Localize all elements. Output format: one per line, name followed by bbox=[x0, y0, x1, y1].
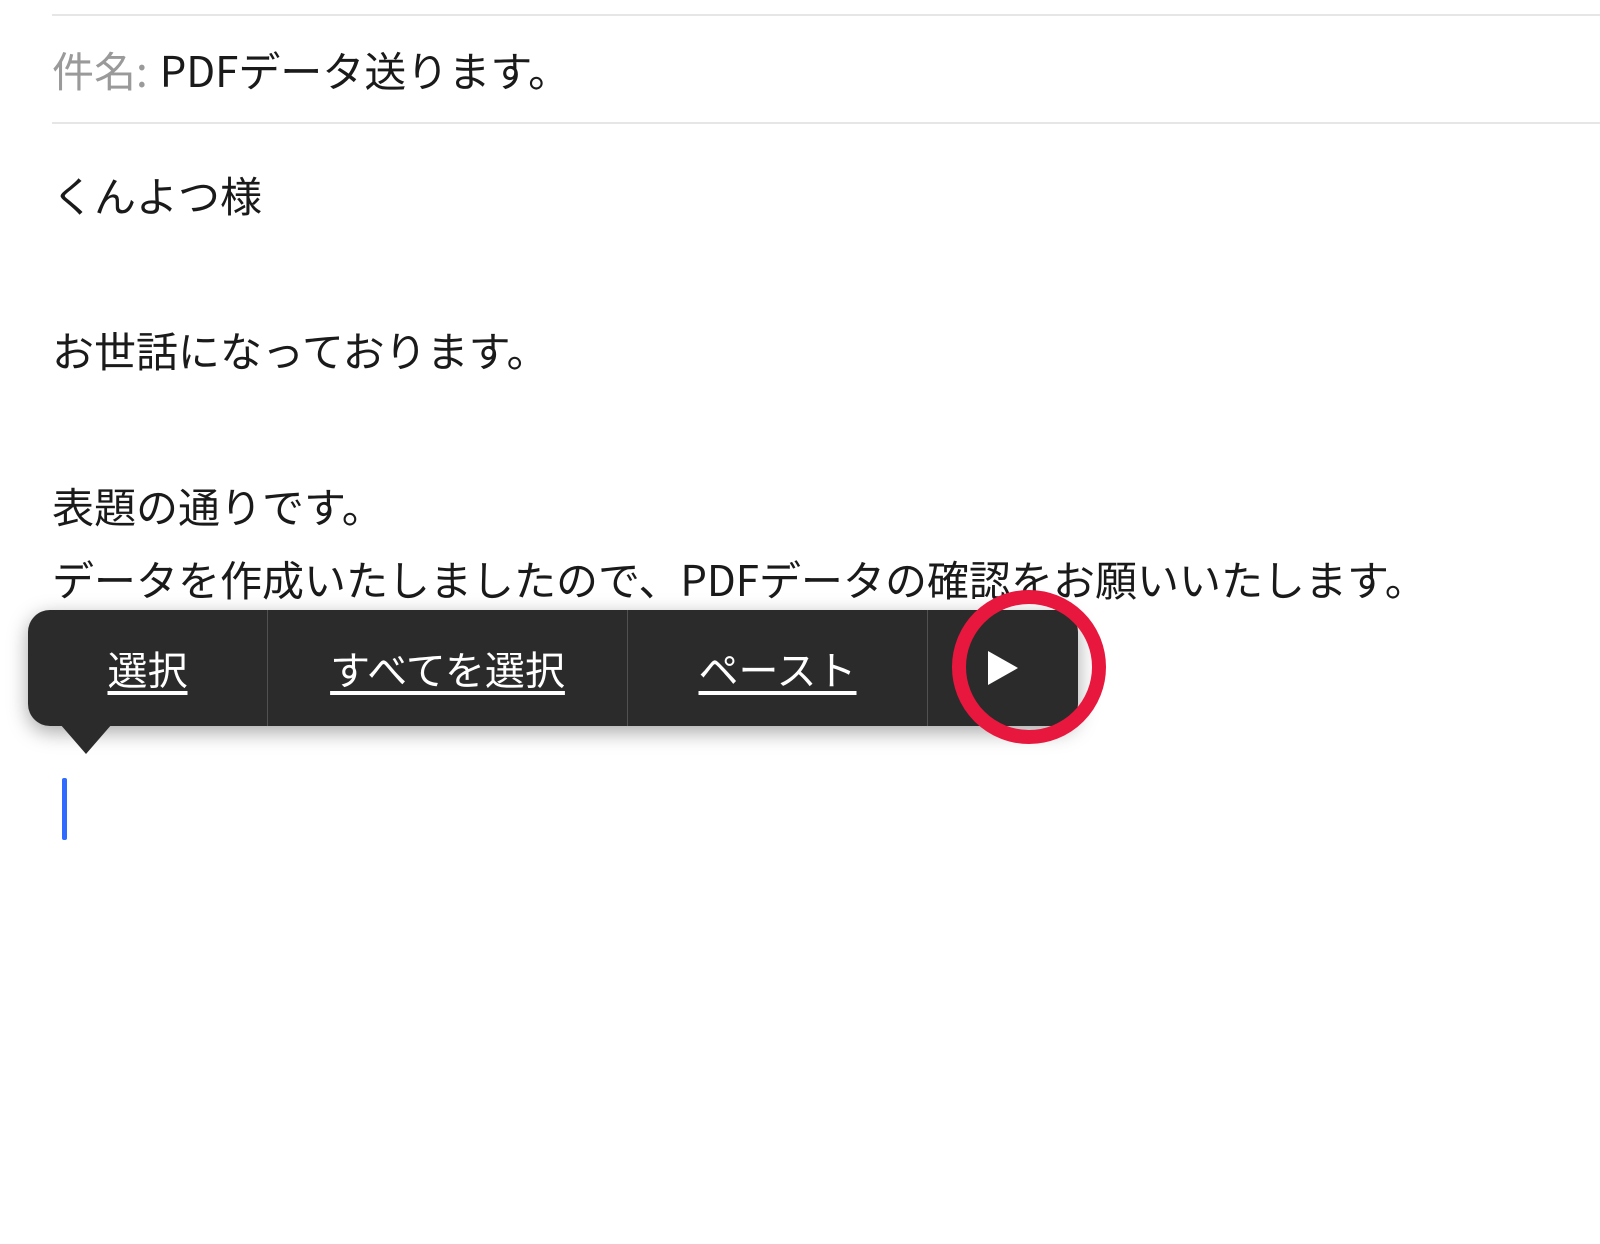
text-context-menu: 選択 すべてを選択 ペースト bbox=[28, 610, 1078, 726]
subject-row[interactable]: 件名: PDFデータ送ります。 bbox=[52, 14, 1600, 124]
subject-label: 件名: bbox=[52, 39, 148, 100]
context-menu-tail bbox=[60, 724, 112, 754]
text-caret bbox=[62, 778, 67, 840]
menu-more-button[interactable] bbox=[928, 610, 1078, 726]
email-body[interactable]: くんよつ様 お世話になっております。 表題の通りです。 データを作成いたしました… bbox=[52, 150, 1548, 613]
triangle-right-icon bbox=[988, 651, 1018, 685]
body-line-greeting: くんよつ様 bbox=[52, 160, 1548, 229]
body-line-4: データを作成いたしましたので、PDFデータの確認をお願いいたします。 bbox=[52, 544, 1548, 613]
body-line-2: お世話になっております。 bbox=[52, 315, 1548, 384]
subject-value: PDFデータ送ります。 bbox=[160, 39, 570, 100]
menu-select-button[interactable]: 選択 bbox=[28, 610, 268, 726]
menu-paste-button[interactable]: ペースト bbox=[628, 610, 928, 726]
body-line-3: 表題の通りです。 bbox=[52, 471, 1548, 540]
menu-select-all-button[interactable]: すべてを選択 bbox=[268, 610, 628, 726]
